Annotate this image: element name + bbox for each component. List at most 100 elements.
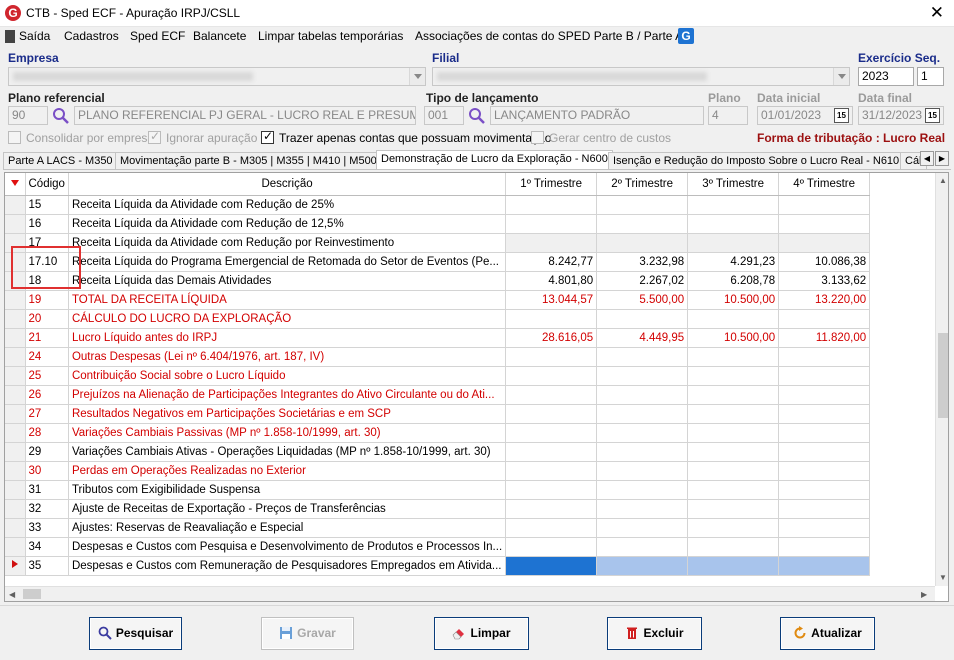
row-indicator[interactable] [5,480,26,500]
tab-isencao-reducao[interactable]: Isenção e Redução do Imposto Sobre o Luc… [608,152,905,169]
header-descricao[interactable]: Descrição [68,173,507,196]
table-row[interactable]: 32 Ajuste de Receitas de Exportação - Pre… [5,499,871,519]
cell-trimestre-1[interactable] [505,385,598,405]
cell-descricao[interactable]: Variações Cambiais Ativas - Operações Li… [68,442,507,462]
cell-trimestre-4[interactable] [778,309,871,329]
cell-trimestre-2[interactable] [596,404,689,424]
cell-trimestre-4[interactable]: 3.133,62 [778,271,871,291]
cell-trimestre-2[interactable]: 5.500,00 [596,290,689,310]
cell-codigo[interactable]: 27 [25,404,69,424]
table-row[interactable]: 27 Resultados Negativos em Participações … [5,404,871,424]
row-indicator[interactable] [5,556,26,576]
row-indicator[interactable] [5,271,26,291]
chevron-down-icon[interactable] [833,68,849,85]
table-row[interactable]: 25 Contribuição Social sobre o Lucro Líqu… [5,366,871,386]
cell-trimestre-1[interactable]: 13.044,57 [505,290,598,310]
sort-down-icon[interactable] [10,179,20,187]
exercicio-input[interactable]: 2023 [858,67,914,86]
cell-codigo[interactable]: 33 [25,518,69,538]
sort-indicator[interactable] [5,173,26,196]
header-q2[interactable]: 2º Trimestre [596,173,689,196]
cell-codigo[interactable]: 28 [25,423,69,443]
cell-trimestre-3[interactable]: 10.500,00 [687,290,780,310]
cell-codigo[interactable]: 24 [25,347,69,367]
pesquisar-button[interactable]: Pesquisar [89,617,182,650]
checkbox-box[interactable] [148,129,161,144]
tab-scroll-right-icon[interactable]: ▶ [935,151,949,166]
plano-referencial-code[interactable]: 90 [8,106,48,125]
cell-trimestre-2[interactable] [596,385,689,405]
tab-parte-a-lacs[interactable]: Parte A LACS - M350 [3,152,118,169]
chevron-down-icon[interactable] [409,68,425,85]
cell-trimestre-3[interactable] [687,480,780,500]
cell-trimestre-1[interactable] [505,233,598,253]
cell-trimestre-4[interactable] [778,404,871,424]
cell-codigo[interactable]: 17.10 [25,252,69,272]
row-indicator[interactable] [5,195,26,215]
tipo-lancamento-code[interactable]: 001 [424,106,464,125]
cell-trimestre-4[interactable] [778,499,871,519]
tipo-lancamento-desc[interactable]: LANÇAMENTO PADRÃO [490,106,704,125]
header-codigo[interactable]: Código [25,173,69,196]
menu-balancete[interactable]: Balancete [193,29,246,43]
cell-trimestre-2[interactable]: 3.232,98 [596,252,689,272]
cell-trimestre-1[interactable] [505,499,598,519]
cell-trimestre-2[interactable] [596,442,689,462]
filial-select[interactable] [432,67,850,86]
cell-descricao[interactable]: Receita Líquida do Programa Emergencial … [68,252,507,272]
cell-codigo[interactable]: 31 [25,480,69,500]
limpar-button[interactable]: Limpar [434,617,529,650]
cell-trimestre-4[interactable] [778,537,871,557]
cell-trimestre-2[interactable]: 4.449,95 [596,328,689,348]
cell-trimestre-1[interactable] [505,309,598,329]
cell-trimestre-3[interactable]: 10.500,00 [687,328,780,348]
checkbox-box[interactable] [531,131,544,144]
cell-trimestre-3[interactable] [687,366,780,386]
cell-trimestre-1[interactable] [505,556,598,576]
menu-sped-ecf[interactable]: Sped ECF [130,29,185,43]
table-row[interactable]: 33 Ajustes: Reservas de Reavaliação e Esp… [5,518,871,538]
cell-descricao[interactable]: Despesas e Custos com Remuneração de Pes… [68,556,507,576]
menu-saida[interactable]: Saída [19,29,50,43]
cell-descricao[interactable]: Outras Despesas (Lei nº 6.404/1976, art.… [68,347,507,367]
row-indicator[interactable] [5,252,26,272]
cell-trimestre-4[interactable] [778,385,871,405]
cell-descricao[interactable]: Resultados Negativos em Participações So… [68,404,507,424]
cell-trimestre-2[interactable] [596,537,689,557]
plano-input[interactable]: 4 [708,106,748,125]
cell-trimestre-3[interactable] [687,347,780,367]
cell-trimestre-1[interactable] [505,537,598,557]
table-row[interactable]: 29 Variações Cambiais Ativas - Operações … [5,442,871,462]
close-icon[interactable]: ✕ [930,3,944,23]
ignorar-checkbox[interactable]: Ignorar apuração [148,129,257,147]
cell-codigo[interactable]: 25 [25,366,69,386]
cell-trimestre-4[interactable]: 11.820,00 [778,328,871,348]
cell-trimestre-3[interactable] [687,423,780,443]
cell-descricao[interactable]: Receita Líquida da Atividade com Redução… [68,233,507,253]
cell-trimestre-2[interactable] [596,214,689,234]
cell-trimestre-1[interactable]: 4.801,80 [505,271,598,291]
cell-trimestre-2[interactable] [596,366,689,386]
cell-codigo[interactable]: 19 [25,290,69,310]
table-row[interactable]: 30 Perdas em Operações Realizadas no Exte… [5,461,871,481]
cell-codigo[interactable]: 29 [25,442,69,462]
row-indicator[interactable] [5,404,26,424]
vertical-scroll-thumb[interactable] [938,333,948,418]
cell-trimestre-2[interactable] [596,461,689,481]
gravar-button[interactable]: Gravar [261,617,354,650]
cell-codigo[interactable]: 35 [25,556,69,576]
cell-trimestre-4[interactable] [778,556,871,576]
tab-scroll-left-icon[interactable]: ◀ [920,151,934,166]
horizontal-scroll-thumb[interactable] [23,589,41,599]
cell-trimestre-3[interactable] [687,233,780,253]
header-q3[interactable]: 3º Trimestre [687,173,780,196]
cell-trimestre-4[interactable] [778,214,871,234]
cell-trimestre-4[interactable] [778,518,871,538]
cell-trimestre-1[interactable] [505,518,598,538]
cell-trimestre-4[interactable] [778,233,871,253]
table-row[interactable]: 19 TOTAL DA RECEITA LÍQUIDA 13.044,57 5.500… [5,290,871,310]
plano-referencial-desc[interactable]: PLANO REFERENCIAL PJ GERAL - LUCRO REAL … [74,106,416,125]
checkbox-box[interactable] [8,131,21,144]
help-g-icon[interactable]: G [678,28,694,44]
scroll-up-icon[interactable]: ▲ [939,176,947,185]
